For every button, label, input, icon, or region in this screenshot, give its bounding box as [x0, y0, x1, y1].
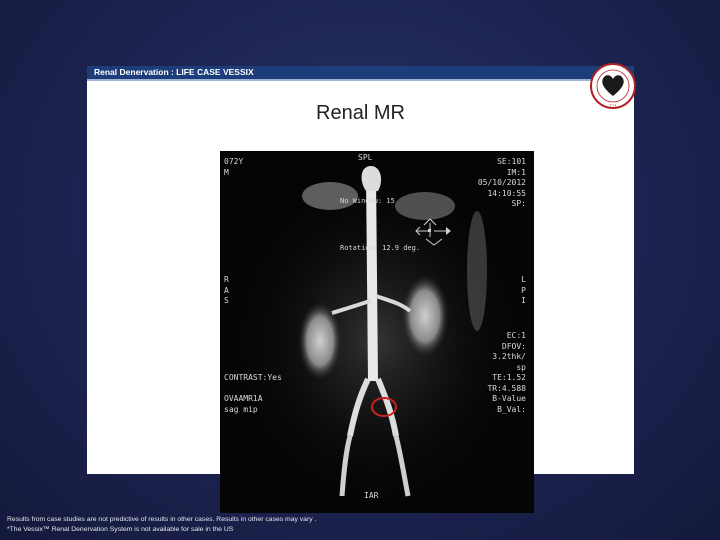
param-dfov: DFOV:: [501, 341, 526, 351]
window-readout: No Window: 15: [340, 197, 395, 205]
scan-sp: SP:: [511, 199, 526, 208]
disclaimer-line-2: *The Vessix™ Renal Denervation System is…: [7, 526, 234, 533]
patient-age: 072Y: [224, 157, 244, 166]
orient-r: R: [224, 275, 229, 284]
param-bval: B_Val:: [497, 404, 526, 414]
sequence-info: CONTRAST:Yes OVAAMR1A sag mip: [224, 373, 282, 415]
header-divider: [87, 79, 634, 81]
acquisition-params: EC:1 DFOV: 3.2thk/ sp TE:1.52 TR:4.588 B…: [487, 331, 526, 415]
param-sp: sp: [516, 362, 526, 372]
slide-title: Renal MR: [316, 102, 405, 124]
param-ec: EC:1: [506, 331, 526, 340]
disclaimer-line-1: Results from case studies are not predic…: [7, 516, 317, 523]
param-bvalue: B-Value: [492, 394, 526, 403]
orient-s: S: [224, 296, 229, 305]
param-te: TE:1.52: [492, 373, 526, 382]
param-thk: 3.2thk/: [492, 352, 526, 361]
left-orientation: R A S: [224, 275, 229, 307]
image-number: IM:1: [506, 167, 526, 177]
slide-panel: Renal Denervation : LIFE CASE VESSIX • •…: [87, 63, 636, 513]
patient-info: 072Y M: [224, 157, 243, 178]
param-tr: TR:4.588: [487, 383, 526, 393]
patient-sex: M: [224, 167, 229, 177]
rotation-readout: Rotation: 12.9 deg.: [340, 244, 421, 252]
scan-info: SE:101 IM:1 05/10/2012 14:10:55 SP:: [478, 157, 526, 210]
orient-a: A: [224, 285, 229, 295]
orientation-bottom-label: IAR: [364, 491, 379, 500]
scan-time: 14:10:55: [487, 188, 526, 198]
footer-disclaimer: Results from case studies are not predic…: [7, 515, 316, 535]
renal-mr-image: SPL 072Y M SE:101 IM:1 05/10/2012 14:10:…: [220, 151, 534, 513]
right-orientation: L P I: [521, 275, 526, 307]
orient-p: P: [521, 285, 526, 295]
sequence-name: OVAAMR1A: [224, 394, 263, 403]
orient-l: L: [521, 275, 526, 284]
orient-i: I: [521, 296, 526, 305]
scan-date: 05/10/2012: [477, 178, 526, 187]
header-title: Renal Denervation : LIFE CASE VESSIX: [94, 67, 254, 77]
contrast-label: CONTRAST:Yes: [224, 373, 282, 382]
header-bar: Renal Denervation : LIFE CASE VESSIX: [87, 66, 634, 79]
orientation-top-label: SPL: [358, 153, 373, 162]
mip-label: sag mip: [224, 404, 258, 414]
series-number: SE:101: [497, 157, 526, 166]
